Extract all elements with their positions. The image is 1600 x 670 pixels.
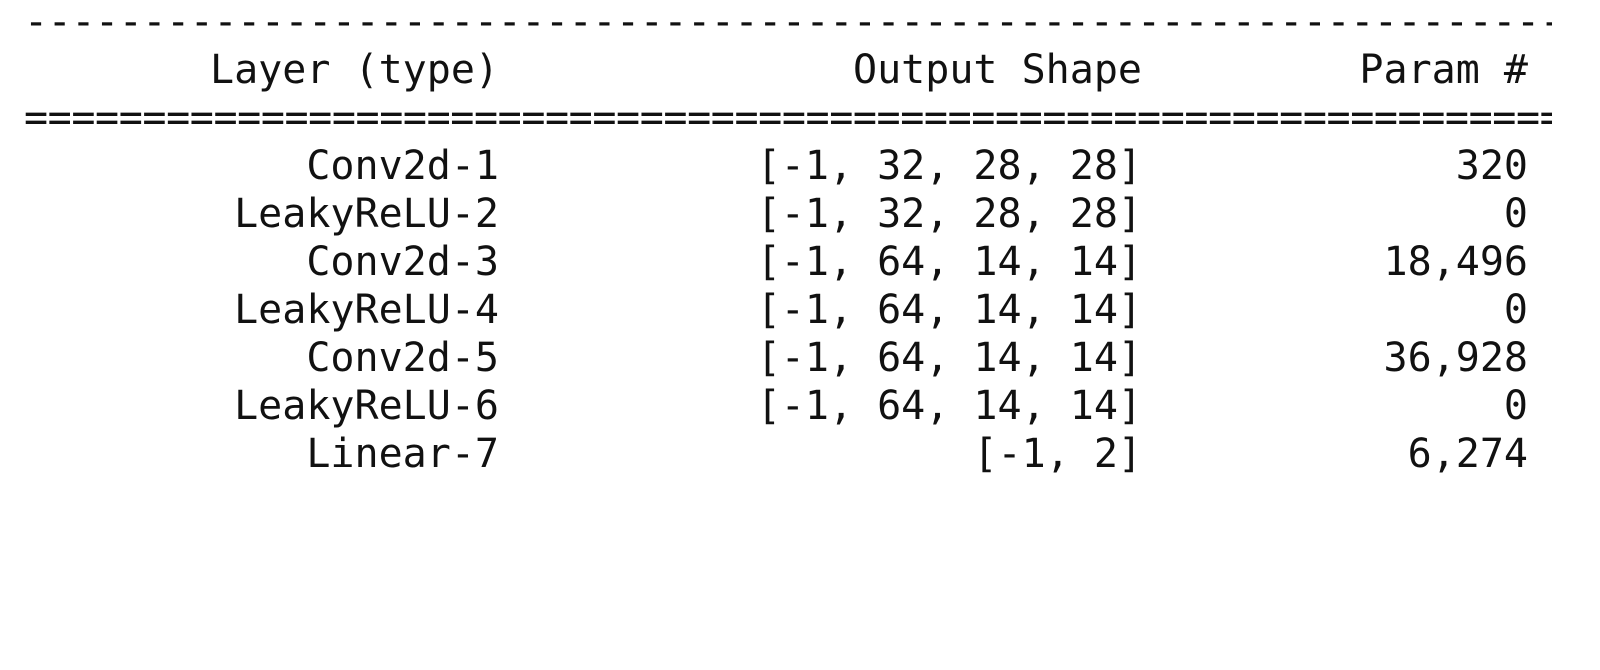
table-row: Conv2d-3 [-1, 64, 14, 14] 18,496 <box>24 238 1552 286</box>
layer-name: Conv2d-3 <box>306 239 499 285</box>
output-shape: [-1, 64, 14, 14] <box>756 287 1142 333</box>
layer-name: LeakyReLU-4 <box>234 287 499 333</box>
param-count: 18,496 <box>1383 239 1529 285</box>
output-shape: [-1, 32, 28, 28] <box>756 191 1142 237</box>
param-count: 320 <box>1455 143 1528 189</box>
param-count: 0 <box>1503 383 1528 429</box>
header-row: Layer (type) Output Shape Param # <box>24 46 1552 94</box>
layer-name: Conv2d-5 <box>306 335 499 381</box>
table-row: LeakyReLU-6 [-1, 64, 14, 14] 0 <box>24 382 1552 430</box>
table-row: LeakyReLU-4 [-1, 64, 14, 14] 0 <box>24 286 1552 334</box>
layer-name: LeakyReLU-2 <box>234 191 499 237</box>
header-param-count: Param # <box>1359 47 1528 93</box>
layer-name: Conv2d-1 <box>306 143 499 189</box>
table-row: Conv2d-5 [-1, 64, 14, 14] 36,928 <box>24 334 1552 382</box>
header-separator: ========================================… <box>24 98 1552 138</box>
param-count: 36,928 <box>1383 335 1529 381</box>
header-output-shape: Output Shape <box>853 47 1142 93</box>
top-separator: ----------------------------------------… <box>24 2 1552 42</box>
table-row: Conv2d-1 [-1, 32, 28, 28] 320 <box>24 142 1552 190</box>
param-count: 0 <box>1503 191 1528 237</box>
output-shape: [-1, 64, 14, 14] <box>756 239 1142 285</box>
layer-name: LeakyReLU-6 <box>234 383 499 429</box>
model-summary-table: ----------------------------------------… <box>24 0 1552 492</box>
output-shape: [-1, 2] <box>973 431 1142 477</box>
output-shape: [-1, 64, 14, 14] <box>756 383 1142 429</box>
header-layer-type: Layer (type) <box>210 47 499 93</box>
param-count: 6,274 <box>1407 431 1528 477</box>
output-shape: [-1, 32, 28, 28] <box>756 143 1142 189</box>
param-count: 0 <box>1503 287 1528 333</box>
layer-name: Linear-7 <box>306 431 499 477</box>
output-shape: [-1, 64, 14, 14] <box>756 335 1142 381</box>
table-row: Linear-7 [-1, 2] 6,274 <box>24 430 1552 478</box>
table-row: LeakyReLU-2 [-1, 32, 28, 28] 0 <box>24 190 1552 238</box>
